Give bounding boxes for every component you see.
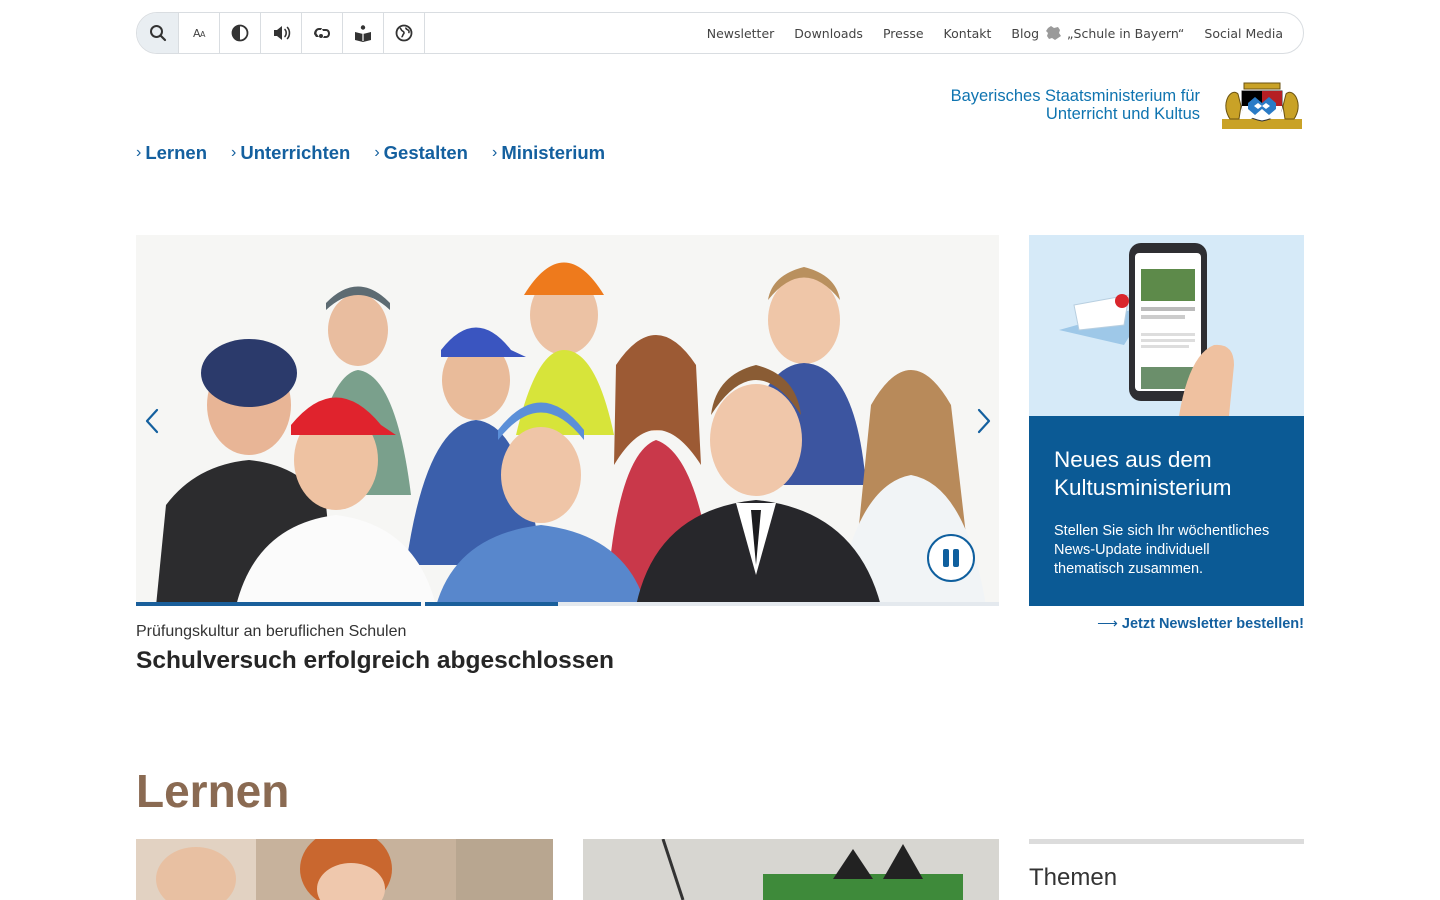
chevron-right-icon: ›: [136, 144, 142, 161]
nav-gestalten[interactable]: › Gestalten: [374, 142, 468, 164]
slider-next-button[interactable]: [972, 405, 996, 437]
search-icon: [149, 25, 166, 42]
nav-unterrichten-label: Unterrichten: [240, 142, 351, 163]
pause-icon: [943, 549, 949, 567]
teaser-title: Neues aus dem Kultusministerium: [1054, 447, 1232, 500]
speaker-icon: [273, 26, 290, 40]
bavaria-map-icon: [1046, 26, 1062, 40]
easy-language-button[interactable]: [343, 13, 384, 53]
themen-divider: [1029, 839, 1304, 844]
search-button[interactable]: [137, 13, 179, 53]
newsletter-teaser[interactable]: Neues aus dem Kultusministerium Stellen …: [1029, 235, 1304, 606]
slider-pause-button[interactable]: [927, 534, 975, 582]
section-title: Lernen: [136, 765, 290, 817]
kontakt-link[interactable]: Kontakt: [944, 26, 992, 41]
nav-ministerium[interactable]: › Ministerium: [492, 142, 605, 164]
nav-unterrichten[interactable]: › Unterrichten: [231, 142, 350, 164]
sign-language-button[interactable]: [302, 13, 343, 53]
blog-link-prefix: Blog: [1011, 25, 1040, 41]
font-size-icon: AA: [192, 26, 206, 40]
slider-progress: [136, 602, 999, 606]
downloads-link[interactable]: Downloads: [794, 26, 863, 41]
contrast-icon: [231, 24, 249, 42]
globe-icon: [395, 24, 413, 42]
lernen-card-image-2[interactable]: [583, 839, 999, 900]
newsletter-teaser-box: Neues aus dem Kultusministerium Stellen …: [1029, 416, 1304, 606]
contrast-button[interactable]: [220, 13, 261, 53]
pause-icon-bar: [953, 549, 959, 567]
nav-lernen-label: Lernen: [145, 142, 208, 163]
chevron-right-icon: ›: [374, 144, 380, 161]
logo-line-1: Bayerisches Staatsministerium für: [950, 87, 1200, 105]
themen-heading: Themen: [1029, 864, 1118, 891]
blog-link-name: „Schule in Bayern“: [1067, 25, 1185, 41]
nav-lernen[interactable]: › Lernen: [136, 142, 207, 164]
main-navigation: › Lernen › Unterrichten › Gestalten › Minist…: [136, 142, 629, 164]
newsletter-subscribe-label: Jetzt Newsletter bestellen!: [1121, 616, 1304, 632]
language-button[interactable]: [384, 13, 425, 53]
arrow-right-icon: ⟶: [1097, 616, 1118, 632]
newsletter-teaser-image: [1029, 235, 1304, 416]
slider-prev-button[interactable]: [140, 405, 164, 437]
bavarian-coat-of-arms-icon: [1222, 82, 1302, 129]
meta-navigation: Newsletter Downloads Presse Kontakt Blog…: [687, 25, 1303, 41]
sign-language-icon: [314, 28, 330, 38]
presse-link[interactable]: Presse: [883, 26, 924, 41]
chevron-right-icon: ›: [231, 144, 237, 161]
slide-headline[interactable]: Schulversuch erfolgreich abgeschlossen: [136, 647, 614, 675]
lernen-card-image-1[interactable]: [136, 839, 553, 900]
easy-language-icon: [355, 25, 371, 42]
newsletter-link[interactable]: Newsletter: [707, 26, 775, 41]
logo-text: Bayerisches Staatsministerium für Unterr…: [951, 87, 1200, 123]
blog-link[interactable]: Blog „Schule in Bayern“: [1011, 25, 1184, 41]
slide-kicker: Prüfungskultur an beruflichen Schulen: [136, 623, 407, 640]
phone-newsletter-illustration: [1029, 235, 1304, 416]
students-photo: [136, 839, 553, 900]
newsletter-subscribe-link[interactable]: ⟶ Jetzt Newsletter bestellen!: [1029, 616, 1304, 632]
hero-image-apprentices: [136, 235, 999, 606]
slide-2-progress: [425, 602, 559, 606]
chevron-right-icon: ›: [491, 144, 498, 161]
teaser-text: Stellen Sie sich Ihr wöchentliches News-…: [1054, 523, 1270, 577]
ministry-logo[interactable]: Bayerisches Staatsministerium für Unterr…: [900, 78, 1304, 132]
top-toolbar: AA Newsletter Downloads Presse Kontakt B…: [136, 12, 1304, 54]
slide-1-progress[interactable]: [136, 602, 421, 606]
read-aloud-button[interactable]: [261, 13, 302, 53]
logo-line-2: Unterricht und Kultus: [1045, 105, 1200, 123]
font-size-button[interactable]: AA: [179, 13, 220, 53]
social-media-link[interactable]: Social Media: [1204, 26, 1283, 41]
chevron-right-icon: [977, 408, 991, 434]
hero-slider[interactable]: [136, 235, 999, 606]
robot-model-photo: [583, 839, 999, 900]
chevron-left-icon: [145, 408, 159, 434]
nav-ministerium-label: Ministerium: [501, 142, 606, 163]
nav-gestalten-label: Gestalten: [383, 142, 468, 163]
